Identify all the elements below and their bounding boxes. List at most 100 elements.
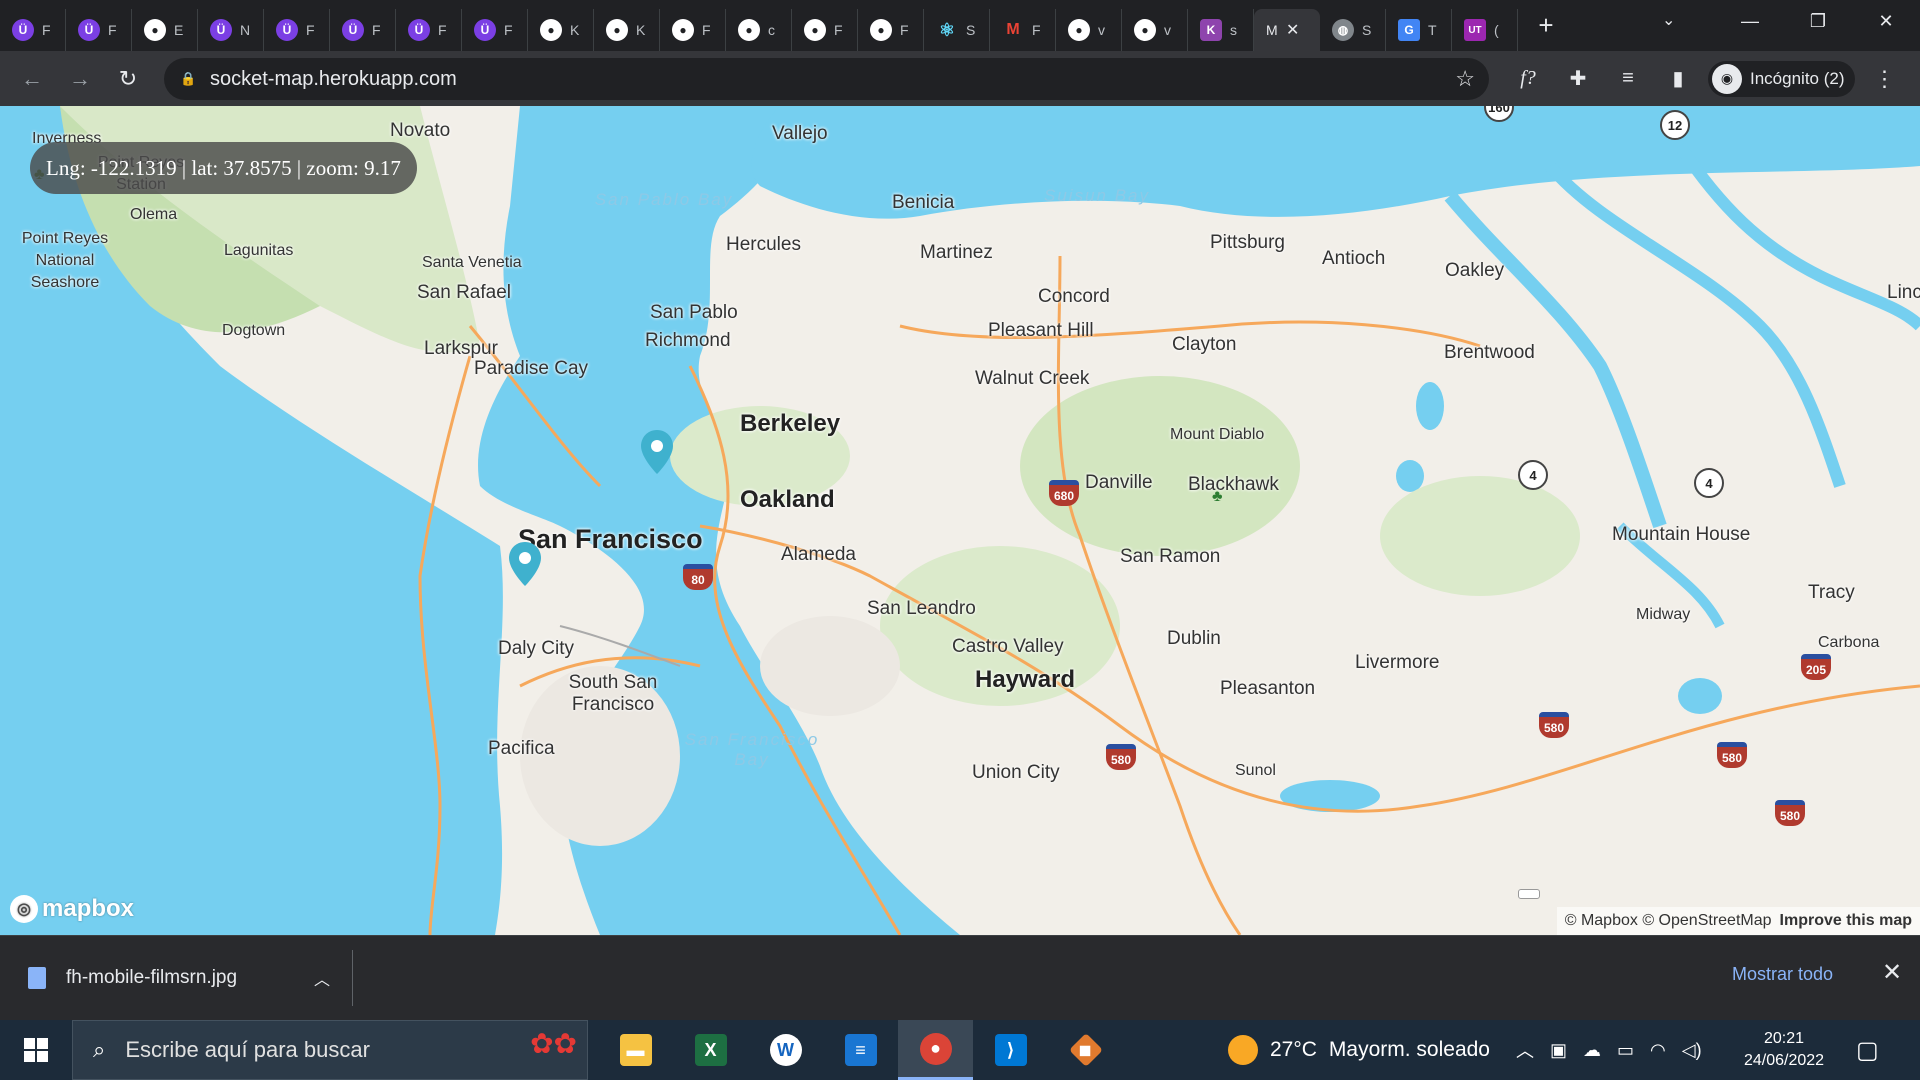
download-file-name[interactable]: fh-mobile-filmsrn.jpg [66,967,237,989]
mapbox-mark-icon: ◎ [10,895,38,923]
browser-tab[interactable]: ● K [594,9,660,51]
map-marker-pin[interactable] [506,540,544,590]
github-icon: ● [738,19,760,41]
place-label: Pleasant Hill [988,320,1094,341]
browser-tab[interactable]: GT [1386,9,1452,51]
clock[interactable]: 20:21 24/06/2022 [1734,1028,1834,1072]
meet-now-icon[interactable]: ▣ [1550,1040,1567,1061]
show-all-downloads-link[interactable]: Mostrar todo [1732,964,1833,985]
tab-title: F [438,22,447,38]
interstate-shield: 205 [1801,654,1831,680]
chevron-up-icon[interactable]: ︿ [1516,1037,1534,1063]
download-item[interactable]: fh-mobile-filmsrn.jpg ︿ [28,950,353,1006]
start-button[interactable] [0,1020,72,1080]
browser-tab[interactable]: ÜF [0,9,66,51]
file-explorer-app[interactable]: ▬ [598,1020,673,1080]
search-icon: ⌕ [93,1037,106,1062]
address-bar[interactable]: 🔒 socket-map.herokuapp.com ☆ [164,58,1489,100]
excel-app[interactable]: X [673,1020,748,1080]
browser-tab[interactable]: ÜF [264,9,330,51]
chrome-app[interactable]: ● [898,1020,973,1080]
browser-tab[interactable]: ⚛ S [924,9,990,51]
attribution-toggle[interactable] [1518,889,1540,899]
github-icon: ● [1134,19,1156,41]
notepad-app[interactable]: ≡ [823,1020,898,1080]
browser-tab[interactable]: UT ( [1452,9,1518,51]
minimize-icon[interactable]: — [1716,11,1784,32]
map-attribution: © Mapbox © OpenStreetMap Improve this ma… [1556,907,1920,935]
browser-tab[interactable]: ● F [660,9,726,51]
browser-tab[interactable]: ● F [858,9,924,51]
tab-title: K [570,22,580,38]
bookmark-star-icon[interactable]: ☆ [1455,66,1475,92]
writer-app[interactable]: W [748,1020,823,1080]
close-icon[interactable]: ✕ [1882,958,1902,987]
back-arrow-icon[interactable]: ← [8,66,56,92]
browser-tab[interactable]: ● K [528,9,594,51]
map-marker-pin[interactable] [638,428,676,478]
weather-desc: Mayorm. soleado [1328,1038,1490,1061]
browser-tab[interactable]: Ks [1188,9,1254,51]
mapbox-logo[interactable]: ◎ mapbox [10,895,134,923]
browser-tab[interactable]: ÜF [462,9,528,51]
chevron-up-icon[interactable]: ︿ [314,966,330,990]
onedrive-cloud-icon[interactable]: ☁ [1583,1040,1601,1061]
tab-title: F [900,22,909,38]
tab-title: F [42,22,51,38]
tab-title: v [1098,22,1105,38]
browser-tab[interactable]: ● c [726,9,792,51]
vscode-app[interactable]: ⟩ [973,1020,1048,1080]
temperature: 27°C [1270,1038,1317,1061]
reload-icon[interactable]: ↻ [104,66,152,92]
tab-title: M [1266,22,1278,38]
incognito-profile-button[interactable]: ◉ Incógnito (2) [1708,60,1855,97]
browser-tab[interactable]: ÜF [66,9,132,51]
browser-tab[interactable]: ● E [132,9,198,51]
notification-center-icon[interactable]: ▢ [1856,1036,1879,1065]
place-label: Linc [1887,282,1920,303]
browser-tab[interactable]: ● F [792,9,858,51]
extensions-puzzle-icon[interactable]: ✚ [1558,66,1598,91]
taskbar-search-box[interactable]: ⌕ Escribe aquí para buscar ✿✿ [72,1020,588,1080]
udemy-icon: Ü [276,19,298,41]
close-window-icon[interactable]: ✕ [1852,11,1920,32]
place-label: Mountain House [1612,524,1751,545]
url-text[interactable]: socket-map.herokuapp.com [210,68,457,91]
volume-icon[interactable]: ◁) [1682,1040,1702,1061]
browser-tab[interactable]: ÜF [396,9,462,51]
font-finder-extension-icon[interactable]: f? [1508,67,1548,90]
close-tab-icon[interactable]: ✕ [1286,20,1299,40]
browser-tab[interactable]: MF [990,9,1056,51]
weather-widget[interactable]: 27°C Mayorm. soleado [1228,1020,1490,1080]
wifi-icon[interactable]: ◠ [1650,1040,1666,1061]
browser-tab[interactable]: M ✕ [1254,9,1320,51]
place-label: Berkeley [740,410,841,437]
browser-tab[interactable]: ◍ S [1320,9,1386,51]
place-label: Sunol [1235,762,1276,779]
chrome-icon: ● [919,1032,952,1065]
git-kraken-app[interactable]: ◆ [1048,1020,1123,1080]
place-label: Walnut Creek [975,368,1090,389]
browser-tab[interactable]: ÜF [330,9,396,51]
tulips-decoration-icon: ✿✿ [530,1028,577,1059]
tab-title: F [108,22,117,38]
media-control-icon[interactable]: ≡ [1608,67,1648,90]
tab-title: c [768,22,775,38]
place-label: Castro Valley [952,636,1064,657]
side-panel-icon[interactable]: ▮ [1658,66,1698,91]
github-icon: ● [672,19,694,41]
tab-title: K [636,22,646,38]
forward-arrow-icon[interactable]: → [56,66,104,92]
browser-tab[interactable]: ● v [1122,9,1188,51]
improve-map-link[interactable]: Improve this map [1780,912,1912,930]
map-canvas[interactable]: NovatoVallejoInvernessPoint Reyes Statio… [0,106,1920,935]
lock-icon[interactable]: 🔒 [180,71,196,87]
tab-search-chevron-icon[interactable]: ⌄ [1662,10,1675,30]
battery-icon[interactable]: ▭ [1617,1040,1634,1061]
new-tab-button[interactable]: + [1526,10,1566,41]
browser-menu-icon[interactable]: ⋮ [1865,66,1905,92]
attribution-text[interactable]: © Mapbox © OpenStreetMap [1565,912,1772,930]
browser-tab[interactable]: ÜN [198,9,264,51]
restore-icon[interactable]: ❐ [1784,11,1852,32]
browser-tab[interactable]: ● v [1056,9,1122,51]
